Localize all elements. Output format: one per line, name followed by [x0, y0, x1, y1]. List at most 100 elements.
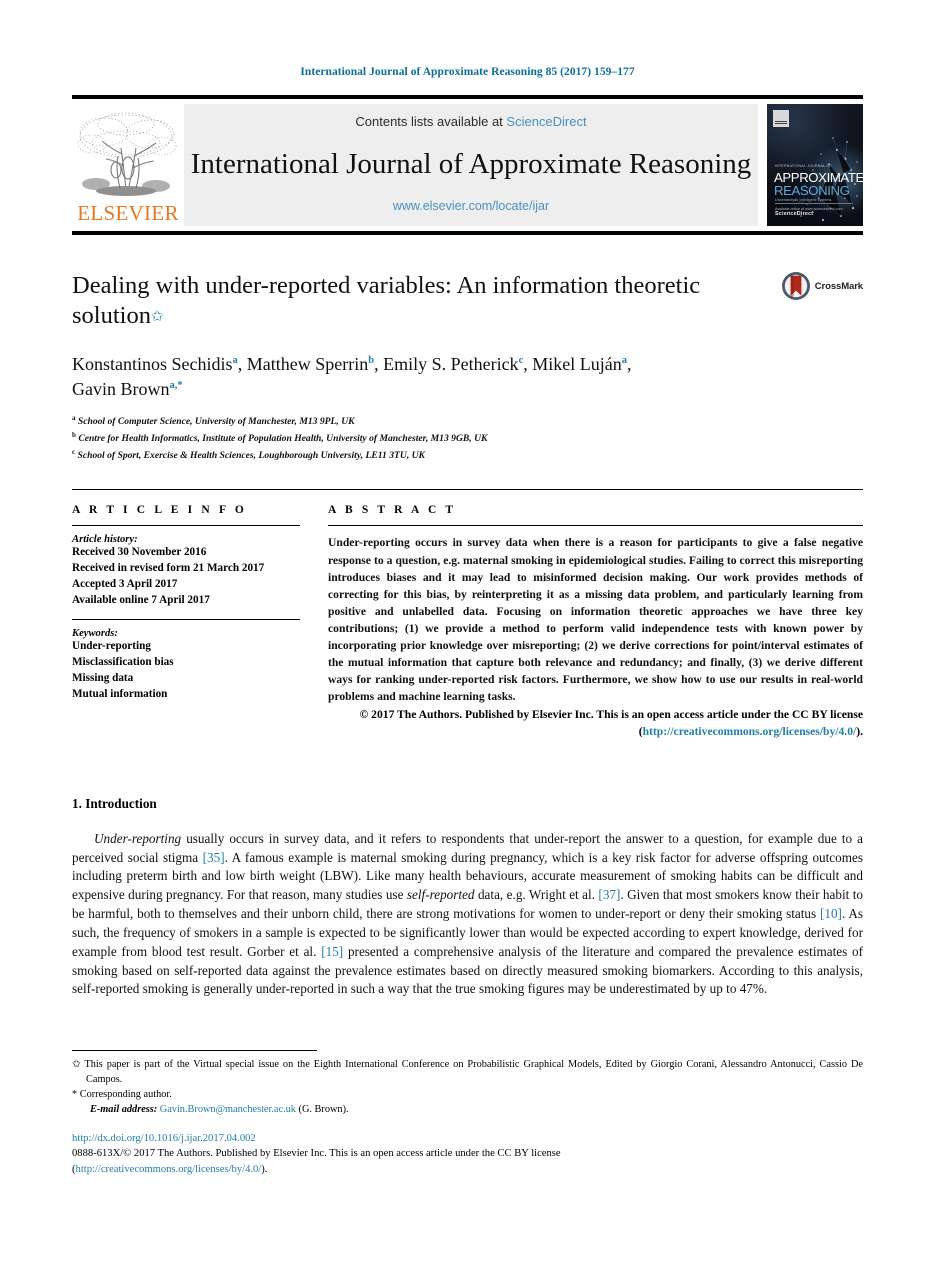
sciencedirect-link[interactable]: ScienceDirect	[506, 114, 586, 129]
keywords-block: Keywords: Under-reporting Misclassificat…	[72, 619, 300, 703]
footnote-marker: ✩	[72, 1059, 81, 1070]
citation-ref[interactable]: [15]	[321, 944, 343, 959]
citation-ref[interactable]: [37]	[598, 887, 620, 902]
affiliation-mark: a	[72, 414, 76, 423]
footer-license-line: (http://creativecommons.org/licenses/by/…	[72, 1162, 863, 1177]
masthead-bottom-rule	[72, 231, 863, 235]
history-item: Accepted 3 April 2017	[72, 578, 178, 591]
issn-copyright-line: 0888-613X/© 2017 The Authors. Published …	[72, 1148, 561, 1160]
abstract-copyright: © 2017 The Authors. Published by Elsevie…	[328, 706, 863, 740]
author-name: Gavin Brown	[72, 378, 170, 399]
footer-license-link[interactable]: http://creativecommons.org/licenses/by/4…	[76, 1164, 262, 1175]
doi-link[interactable]: http://dx.doi.org/10.1016/j.ijar.2017.04…	[72, 1131, 863, 1146]
cover-footer: Available online at www.sciencedirect.co…	[775, 203, 853, 217]
body-text: data, e.g. Wright et al.	[474, 887, 599, 903]
footnote-corresponding-author: * Corresponding author.	[72, 1088, 863, 1103]
article-info-heading: A R T I C L E I N F O	[72, 504, 247, 517]
journal-title: International Journal of Approximate Rea…	[190, 147, 752, 180]
keywords-label: Keywords:	[72, 628, 118, 640]
keyword-item: Missing data	[72, 671, 134, 684]
affiliation-item: b Centre for Health Informatics, Institu…	[72, 430, 863, 447]
introduction-paragraph: Under-reporting usually occurs in survey…	[72, 830, 863, 999]
footnote-list: ✩ This paper is part of the Virtual spec…	[72, 1058, 863, 1118]
introduction-section: 1. Introduction Under-reporting usually …	[72, 796, 863, 999]
journal-masthead: ELSEVIER Contents lists available at Sci…	[72, 95, 863, 226]
author-name: Konstantinos Sechidis	[72, 354, 233, 374]
affiliation-list: a School of Computer Science, University…	[72, 413, 863, 463]
abstract-heading: A B S T R A C T	[328, 504, 457, 517]
cc-license-link[interactable]: http://creativecommons.org/licenses/by/4…	[643, 725, 857, 738]
author-name: Emily S. Petherick	[383, 354, 519, 374]
history-item: Available online 7 April 2017	[72, 594, 210, 607]
footnote-email: E-mail address: Gavin.Brown@manchester.a…	[72, 1103, 863, 1118]
title-block: Dealing with under-reported variables: A…	[72, 271, 863, 335]
elsevier-logo: ELSEVIER	[72, 104, 184, 226]
email-link[interactable]: Gavin.Brown@manchester.ac.uk	[160, 1104, 296, 1115]
author-affiliation-mark[interactable]: a,*	[170, 380, 183, 391]
abstract-body: Under-reporting occurs in survey data wh…	[328, 536, 863, 703]
citation-ref[interactable]: [10]	[820, 906, 842, 921]
author-affiliation-mark[interactable]: c	[519, 355, 524, 366]
article-info-column: A R T I C L E I N F O Article history: R…	[72, 504, 300, 739]
contents-available-line: Contents lists available at ScienceDirec…	[355, 114, 586, 129]
journal-cover-thumbnail: INTERNATIONAL JOURNAL OF APPROXIMATE REA…	[767, 104, 863, 226]
affiliation-item: a School of Computer Science, University…	[72, 413, 863, 430]
affiliation-text: School of Computer Science, University o…	[77, 416, 355, 428]
cover-title-line2: REASONING	[774, 183, 850, 198]
footnote-text: This paper is part of the Virtual specia…	[84, 1059, 864, 1085]
crossmark-label: CrossMark	[814, 280, 863, 292]
affiliation-item: c School of Sport, Exercise & Health Sci…	[72, 447, 863, 464]
footnote-special-issue: ✩ This paper is part of the Virtual spec…	[72, 1058, 863, 1088]
article-history-list: Received 30 November 2016 Received in re…	[72, 545, 300, 609]
email-owner: (G. Brown).	[298, 1103, 349, 1115]
email-label: E-mail address:	[90, 1103, 158, 1115]
affiliation-text: School of Sport, Exercise & Health Scien…	[77, 449, 425, 461]
elsevier-tree-icon	[77, 112, 177, 196]
page-title: Dealing with under-reported variables: A…	[72, 271, 712, 331]
cover-brand-small: INTERNATIONAL JOURNAL OF	[775, 164, 832, 168]
section-heading-introduction: 1. Introduction	[72, 795, 157, 811]
title-footnote-marker: ✩	[150, 308, 164, 325]
page-footer: http://dx.doi.org/10.1016/j.ijar.2017.04…	[72, 1131, 863, 1177]
author-name: Matthew Sperrin	[246, 354, 369, 374]
copyright-tail: ).	[856, 724, 863, 738]
running-head: International Journal of Approximate Rea…	[300, 66, 635, 78]
cover-footer-brand: ScienceDirect	[775, 211, 814, 217]
author-affiliation-mark[interactable]: a	[622, 355, 627, 366]
footnote-divider	[72, 1050, 317, 1051]
masthead-center-panel: Contents lists available at ScienceDirec…	[184, 104, 758, 226]
article-history-label: Article history:	[72, 534, 138, 546]
crossmark-icon	[781, 272, 810, 300]
footnote-text: Corresponding author.	[79, 1088, 172, 1100]
cover-elsevier-badge	[773, 110, 789, 127]
paper-title-text: Dealing with under-reported variables: A…	[72, 272, 701, 329]
crossmark-badge[interactable]: CrossMark	[781, 271, 863, 301]
keyword-item: Under-reporting	[72, 640, 151, 653]
paper-page: International Journal of Approximate Rea…	[0, 0, 935, 1266]
affiliation-mark: c	[72, 447, 76, 456]
keywords-list: Under-reporting Misclassification bias M…	[72, 639, 300, 703]
history-item: Received 30 November 2016	[72, 546, 207, 559]
history-item: Received in revised form 21 March 2017	[72, 562, 265, 575]
info-abstract-region: A R T I C L E I N F O Article history: R…	[72, 489, 863, 739]
author-affiliation-mark[interactable]: a	[233, 355, 238, 366]
affiliation-mark: b	[72, 431, 76, 440]
footnote-marker: *	[72, 1088, 78, 1100]
abstract-column: A B S T R A C T Under-reporting occurs i…	[328, 504, 863, 739]
affiliation-text: Centre for Health Informatics, Institute…	[78, 433, 488, 445]
abstract-rule	[328, 525, 863, 527]
author-affiliation-mark[interactable]: b	[368, 355, 374, 366]
term-self-reported: self-reported	[406, 887, 475, 903]
license-paren-close: ).	[261, 1163, 268, 1175]
elsevier-wordmark: ELSEVIER	[77, 201, 179, 225]
article-info-rule	[72, 525, 300, 527]
author-name: Mikel Luján	[532, 354, 622, 374]
cover-tagline: Uncertainty in Intelligent Systems	[775, 198, 832, 202]
keywords-rule	[72, 619, 300, 621]
author-list: Konstantinos Sechidisa, Matthew Sperrinb…	[72, 354, 632, 399]
citation-ref[interactable]: [35]	[203, 850, 225, 865]
keyword-item: Mutual information	[72, 687, 168, 700]
contents-prefix: Contents lists available at	[355, 114, 507, 129]
journal-homepage-link[interactable]: www.elsevier.com/locate/ijar	[393, 199, 549, 213]
term-under-reporting: Under-reporting	[94, 830, 182, 846]
